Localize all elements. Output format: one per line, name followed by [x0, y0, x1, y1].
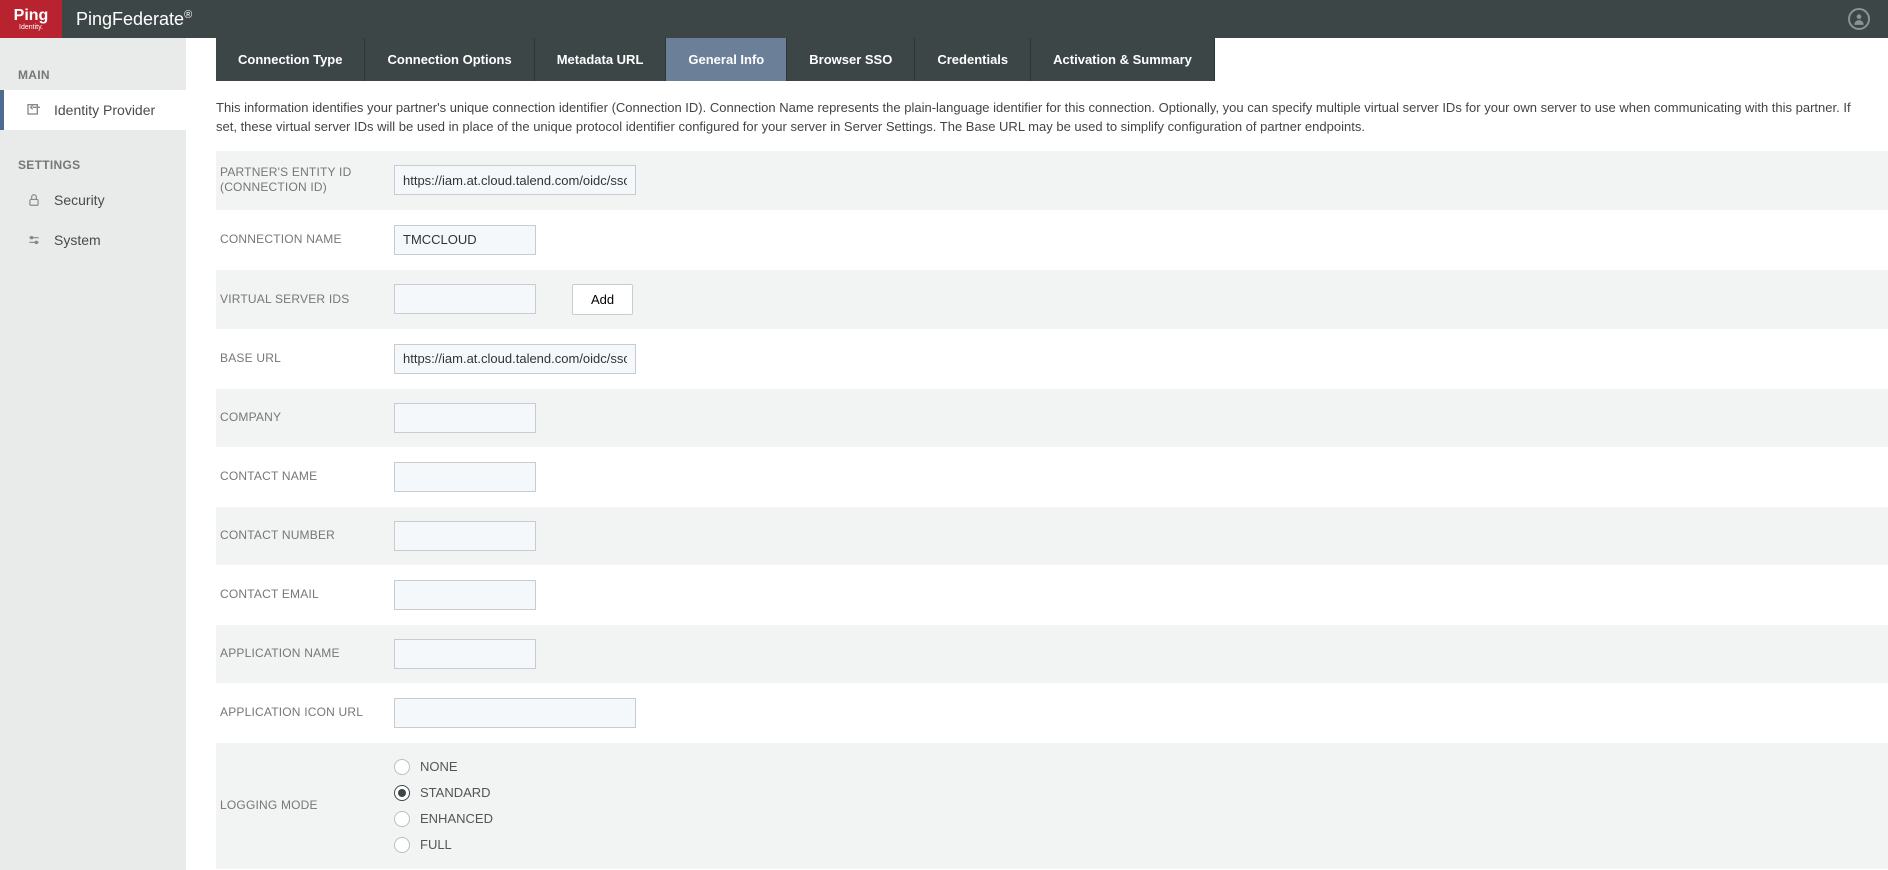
- radio-logging-standard[interactable]: STANDARD: [394, 785, 493, 801]
- sidebar-section-settings: SETTINGS: [0, 148, 186, 180]
- sidebar-item-security[interactable]: Security: [0, 180, 186, 220]
- ping-logo: Ping Identity.: [0, 0, 62, 38]
- radio-logging-full[interactable]: FULL: [394, 837, 493, 853]
- logo-subtext: Identity.: [19, 24, 43, 31]
- label-logging-mode: LOGGING MODE: [216, 798, 394, 814]
- label-virtual-server-ids: VIRTUAL SERVER IDS: [216, 292, 394, 308]
- tab-connection-type[interactable]: Connection Type: [216, 38, 365, 81]
- main-content: Connection Type Connection Options Metad…: [186, 38, 1888, 870]
- input-application-icon-url[interactable]: [394, 698, 636, 728]
- sidebar-item-system[interactable]: System: [0, 220, 186, 260]
- label-base-url: BASE URL: [216, 351, 394, 367]
- radio-icon: [394, 759, 410, 775]
- tab-browser-sso[interactable]: Browser SSO: [787, 38, 915, 81]
- input-virtual-server-ids[interactable]: [394, 284, 536, 314]
- label-contact-number: CONTACT NUMBER: [216, 528, 394, 544]
- radio-icon: [394, 785, 410, 801]
- label-application-name: APPLICATION NAME: [216, 646, 394, 662]
- sidebar-item-label: Security: [54, 192, 105, 208]
- input-contact-number[interactable]: [394, 521, 536, 551]
- input-connection-name[interactable]: [394, 225, 536, 255]
- tab-bar: Connection Type Connection Options Metad…: [216, 38, 1888, 81]
- input-contact-email[interactable]: [394, 580, 536, 610]
- tab-activation-summary[interactable]: Activation & Summary: [1031, 38, 1215, 81]
- lock-icon: [26, 192, 42, 208]
- tab-connection-options[interactable]: Connection Options: [365, 38, 534, 81]
- radio-label: NONE: [420, 759, 458, 774]
- label-entity-id: PARTNER'S ENTITY ID (CONNECTION ID): [216, 165, 394, 196]
- sidebar-item-label: System: [54, 232, 101, 248]
- tab-metadata-url[interactable]: Metadata URL: [535, 38, 667, 81]
- sidebar: MAIN Identity Provider SETTINGS Security…: [0, 38, 186, 870]
- radio-icon: [394, 811, 410, 827]
- logging-mode-group: NONE STANDARD ENHANCED: [394, 757, 493, 855]
- sidebar-item-identity-provider[interactable]: Identity Provider: [0, 90, 186, 130]
- product-name: PingFederate®: [76, 9, 192, 30]
- input-company[interactable]: [394, 403, 536, 433]
- sidebar-item-label: Identity Provider: [54, 102, 155, 118]
- label-connection-name: CONNECTION NAME: [216, 232, 394, 248]
- input-application-name[interactable]: [394, 639, 536, 669]
- idp-icon: [26, 102, 42, 118]
- radio-label: ENHANCED: [420, 811, 493, 826]
- top-bar: Ping Identity. PingFederate®: [0, 0, 1888, 38]
- intro-text: This information identifies your partner…: [216, 81, 1888, 151]
- tab-general-info[interactable]: General Info: [666, 38, 787, 81]
- label-contact-email: CONTACT EMAIL: [216, 587, 394, 603]
- sidebar-section-main: MAIN: [0, 58, 186, 90]
- input-contact-name[interactable]: [394, 462, 536, 492]
- input-base-url[interactable]: [394, 344, 636, 374]
- label-company: COMPANY: [216, 410, 394, 426]
- radio-logging-enhanced[interactable]: ENHANCED: [394, 811, 493, 827]
- radio-logging-none[interactable]: NONE: [394, 759, 493, 775]
- label-contact-name: CONTACT NAME: [216, 469, 394, 485]
- add-button[interactable]: Add: [572, 284, 633, 315]
- radio-label: FULL: [420, 837, 452, 852]
- input-entity-id[interactable]: [394, 165, 636, 195]
- tab-credentials[interactable]: Credentials: [915, 38, 1031, 81]
- label-application-icon-url: APPLICATION ICON URL: [216, 705, 394, 721]
- radio-icon: [394, 837, 410, 853]
- user-icon[interactable]: [1848, 8, 1870, 30]
- logo-text: Ping: [14, 8, 49, 24]
- system-icon: [26, 232, 42, 248]
- radio-label: STANDARD: [420, 785, 491, 800]
